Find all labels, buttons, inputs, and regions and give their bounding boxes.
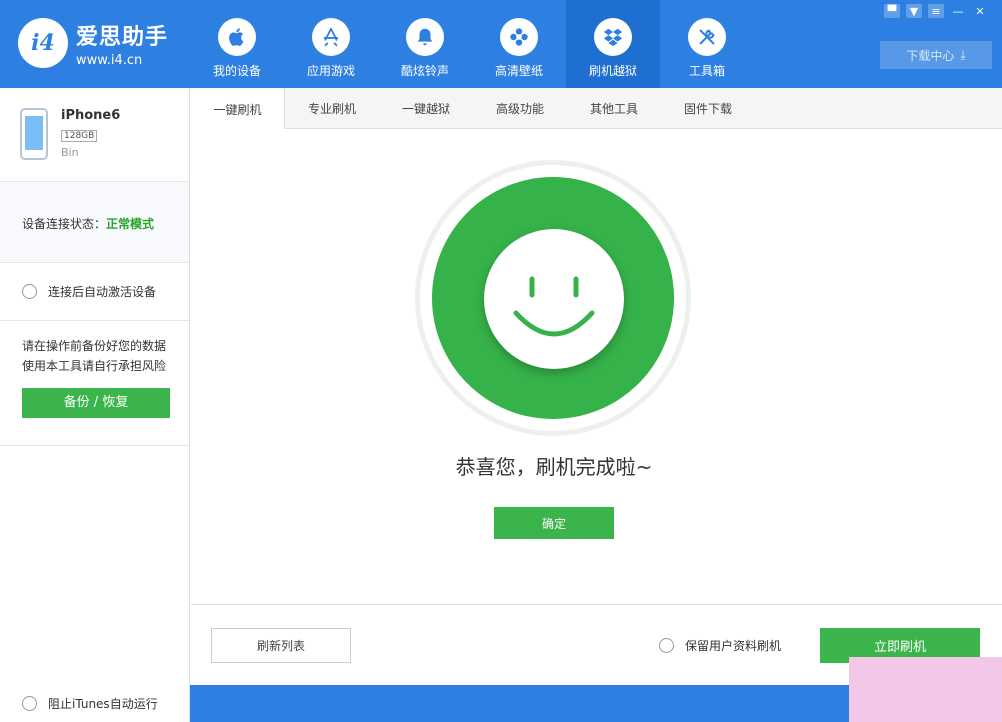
smiley-icon bbox=[484, 229, 624, 369]
nav-wallpapers[interactable]: 高清壁纸 bbox=[472, 0, 566, 88]
minimize-icon[interactable]: — bbox=[950, 4, 966, 18]
device-card: iPhone6 128GB Bin bbox=[0, 88, 189, 182]
completion-message: 恭喜您，刷机完成啦~ bbox=[455, 455, 653, 479]
device-capacity-badge: 128GB bbox=[61, 130, 98, 142]
bottom-action-bar: 刷新列表 保留用户资料刷机 立即刷机 bbox=[191, 604, 1002, 686]
tab-one-click-flash[interactable]: 一键刷机 bbox=[191, 88, 285, 130]
tools-icon bbox=[688, 18, 726, 56]
logo-mark-icon: i4 bbox=[18, 18, 68, 68]
tab-pro-flash[interactable]: 专业刷机 bbox=[285, 88, 379, 129]
app-url: www.i4.cn bbox=[76, 52, 143, 68]
connection-status: 设备连接状态：正常模式 bbox=[0, 182, 189, 263]
keep-user-data-radio[interactable] bbox=[659, 638, 674, 653]
nav-ringtones[interactable]: 酷炫铃声 bbox=[378, 0, 472, 88]
sub-tabs: 一键刷机 专业刷机 一键越狱 高级功能 其他工具 固件下载 bbox=[191, 88, 1002, 130]
backup-restore-button[interactable]: 备份 / 恢复 bbox=[22, 388, 170, 418]
status-bar: 阻止iTunes自动运行 bbox=[0, 685, 1002, 722]
tab-advanced[interactable]: 高级功能 bbox=[473, 88, 567, 129]
menu-icon[interactable]: ≡ bbox=[928, 4, 944, 18]
status-value: 正常模式 bbox=[106, 217, 155, 231]
header-bar: i4 爱思助手 www.i4.cn 我的设备 应用游戏 酷炫铃声 高清壁纸 刷机… bbox=[0, 0, 1002, 88]
app-store-icon bbox=[312, 18, 350, 56]
app-logo: i4 爱思助手 www.i4.cn bbox=[18, 18, 168, 68]
block-itunes-label: 阻止iTunes自动运行 bbox=[48, 697, 158, 711]
warning-section: 请在操作前备份好您的数据 使用本工具请自行承担风险 备份 / 恢复 bbox=[0, 321, 189, 446]
nav-label: 刷机越狱 bbox=[588, 64, 637, 78]
apple-icon bbox=[218, 18, 256, 56]
device-user: Bin bbox=[61, 146, 79, 159]
nav-my-device[interactable]: 我的设备 bbox=[190, 0, 284, 88]
refresh-list-button[interactable]: 刷新列表 bbox=[211, 628, 351, 663]
keep-user-data-option[interactable]: 保留用户资料刷机 bbox=[659, 637, 781, 654]
window-controls: ▀ ▼ ≡ — ✕ bbox=[884, 4, 988, 18]
bell-icon bbox=[406, 18, 444, 56]
status-label: 设备连接状态： bbox=[22, 217, 107, 231]
download-center-button[interactable]: 下载中心 ⤓ bbox=[880, 41, 992, 69]
nav-flash-jailbreak[interactable]: 刷机越狱 bbox=[566, 0, 660, 88]
flower-icon bbox=[500, 18, 538, 56]
confirm-button[interactable]: 确定 bbox=[494, 507, 614, 539]
tab-one-click-jailbreak[interactable]: 一键越狱 bbox=[379, 88, 473, 129]
warning-line-1: 请在操作前备份好您的数据 bbox=[22, 339, 167, 353]
main-panel: 恭喜您，刷机完成啦~ 确定 bbox=[191, 129, 1002, 605]
dropbox-icon bbox=[594, 18, 632, 56]
auto-activate-label: 连接后自动激活设备 bbox=[48, 285, 157, 299]
watermark-overlay bbox=[849, 685, 1002, 722]
nav-toolbox[interactable]: 工具箱 bbox=[660, 0, 754, 88]
message-icon[interactable]: ▀ bbox=[884, 4, 900, 18]
nav-label: 高清壁纸 bbox=[494, 64, 543, 78]
shirt-icon[interactable]: ▼ bbox=[906, 4, 922, 18]
keep-user-data-label: 保留用户资料刷机 bbox=[685, 639, 782, 653]
warning-line-2: 使用本工具请自行承担风险 bbox=[22, 359, 167, 373]
download-icon: ⤓ bbox=[960, 47, 966, 62]
auto-activate-radio[interactable] bbox=[22, 284, 37, 299]
download-center-label: 下载中心 bbox=[906, 48, 955, 63]
nav-apps-games[interactable]: 应用游戏 bbox=[284, 0, 378, 88]
tab-other-tools[interactable]: 其他工具 bbox=[567, 88, 661, 129]
block-itunes-option[interactable]: 阻止iTunes自动运行 bbox=[0, 685, 190, 722]
phone-icon bbox=[20, 108, 48, 160]
sidebar: iPhone6 128GB Bin 设备连接状态：正常模式 连接后自动激活设备 … bbox=[0, 88, 190, 685]
nav-label: 我的设备 bbox=[212, 64, 261, 78]
tab-firmware-download[interactable]: 固件下载 bbox=[661, 88, 755, 129]
nav-label: 工具箱 bbox=[688, 64, 725, 78]
main-nav: 我的设备 应用游戏 酷炫铃声 高清壁纸 刷机越狱 工具箱 bbox=[190, 0, 754, 88]
auto-activate-option[interactable]: 连接后自动激活设备 bbox=[0, 263, 189, 321]
device-name: iPhone6 bbox=[61, 108, 121, 123]
block-itunes-radio[interactable] bbox=[22, 696, 37, 711]
close-icon[interactable]: ✕ bbox=[972, 4, 988, 18]
watermark-overlay bbox=[849, 657, 1002, 686]
nav-label: 应用游戏 bbox=[306, 64, 355, 78]
nav-label: 酷炫铃声 bbox=[400, 64, 449, 78]
app-name: 爱思助手 bbox=[76, 24, 169, 50]
